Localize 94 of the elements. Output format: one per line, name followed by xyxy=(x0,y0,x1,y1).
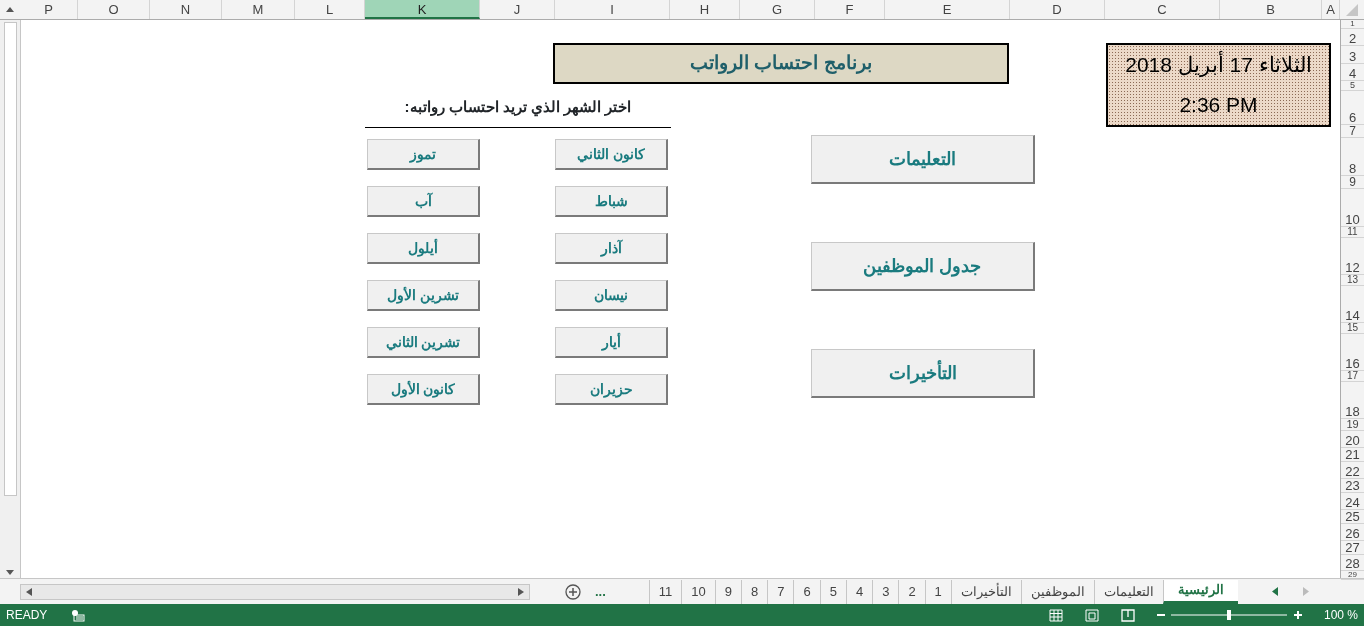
action-button[interactable]: جدول الموظفين xyxy=(811,242,1035,291)
row-header[interactable]: 8 xyxy=(1341,138,1364,176)
column-header[interactable]: N xyxy=(150,0,222,19)
column-header[interactable]: C xyxy=(1105,0,1220,19)
sheet-tab[interactable]: الموظفين xyxy=(1020,579,1094,604)
sheet-tab[interactable]: 4 xyxy=(845,579,873,604)
row-header[interactable]: 3 xyxy=(1341,46,1364,64)
scroll-right-icon[interactable] xyxy=(517,586,525,597)
scroll-left-icon[interactable] xyxy=(25,586,33,597)
sheet-tab[interactable]: الرئيسية xyxy=(1162,579,1238,604)
column-header[interactable]: M xyxy=(222,0,295,19)
previous-sheet-icon[interactable] xyxy=(1271,587,1278,596)
month-button[interactable]: تشرين الثاني xyxy=(367,327,480,358)
sheet-tab[interactable]: 1 xyxy=(924,579,951,604)
scroll-thumb[interactable] xyxy=(3,22,17,496)
column-header[interactable]: P xyxy=(20,0,78,19)
date-text: الثلاثاء 17 أبريل 2018 xyxy=(1125,50,1312,80)
row-header[interactable]: 26 xyxy=(1341,524,1364,541)
normal-view-icon[interactable] xyxy=(1048,608,1063,622)
time-text: 2:36 PM xyxy=(1179,92,1258,119)
sheet-tab[interactable]: 6 xyxy=(793,579,820,604)
month-button[interactable]: أيار xyxy=(555,327,668,358)
zoom-slider[interactable] xyxy=(1156,609,1302,621)
column-header[interactable]: K xyxy=(365,0,480,19)
sheet-tab[interactable]: التأخيرات xyxy=(950,579,1021,604)
row-header[interactable]: 12 xyxy=(1341,238,1364,275)
column-header[interactable]: O xyxy=(78,0,150,19)
column-header[interactable]: G xyxy=(740,0,815,19)
row-header[interactable]: 27 xyxy=(1341,541,1364,555)
month-button[interactable]: تموز xyxy=(367,139,480,170)
month-button[interactable]: نيسان xyxy=(555,280,668,311)
status-mode: READY xyxy=(6,607,48,624)
row-header[interactable]: 28 xyxy=(1341,555,1364,571)
column-header[interactable]: F xyxy=(815,0,885,19)
month-button[interactable]: كانون الثاني xyxy=(555,139,668,170)
page-break-icon[interactable] xyxy=(1120,608,1135,622)
month-button[interactable]: كانون الأول xyxy=(367,374,480,405)
row-header[interactable]: 13 xyxy=(1341,275,1364,286)
column-header[interactable]: A xyxy=(1322,0,1340,19)
month-button[interactable]: آب xyxy=(367,186,480,217)
row-header[interactable]: 21 xyxy=(1341,448,1364,462)
row-header[interactable]: 2 xyxy=(1341,29,1364,46)
row-header[interactable]: 14 xyxy=(1341,286,1364,323)
row-header[interactable]: 24 xyxy=(1341,493,1364,510)
row-header[interactable]: 25 xyxy=(1341,510,1364,524)
sheet-tab[interactable]: 2 xyxy=(898,579,925,604)
row-header[interactable]: 11 xyxy=(1341,227,1364,238)
more-sheets[interactable]: ... xyxy=(595,581,606,602)
action-button[interactable]: التعليمات xyxy=(811,135,1035,184)
scroll-up-icon[interactable] xyxy=(5,6,15,13)
row-header[interactable]: 5 xyxy=(1341,81,1364,91)
row-header[interactable]: 19 xyxy=(1341,419,1364,431)
sheet-tab[interactable]: 8 xyxy=(740,579,768,604)
sheet-tab[interactable]: 7 xyxy=(767,579,794,604)
month-button[interactable]: شباط xyxy=(555,186,668,217)
row-header[interactable]: 22 xyxy=(1341,462,1364,479)
row-header[interactable]: 17 xyxy=(1341,371,1364,382)
horizontal-scrollbar[interactable] xyxy=(20,583,530,600)
month-button[interactable]: تشرين الأول xyxy=(367,280,480,311)
sheet-tab[interactable]: 10 xyxy=(681,579,715,604)
new-sheet-icon[interactable] xyxy=(565,583,581,600)
title-banner: برنامج احتساب الرواتب xyxy=(553,43,1009,84)
row-header[interactable]: 18 xyxy=(1341,382,1364,419)
month-button[interactable]: أيلول xyxy=(367,233,480,264)
sheet-tab[interactable]: 5 xyxy=(819,579,846,604)
sheet-tab[interactable]: 11 xyxy=(648,579,682,604)
row-header[interactable]: 9 xyxy=(1341,176,1364,189)
column-header[interactable]: I xyxy=(555,0,670,19)
row-header[interactable]: 10 xyxy=(1341,189,1364,227)
macro-icon[interactable] xyxy=(71,608,86,622)
scroll-down-icon[interactable] xyxy=(5,569,15,576)
row-header[interactable]: 7 xyxy=(1341,125,1364,138)
page-layout-icon[interactable] xyxy=(1084,608,1099,622)
row-header[interactable]: 4 xyxy=(1341,64,1364,81)
instruction-text: اختر الشهر الذي تريد احتساب رواتبه: xyxy=(365,96,671,128)
month-button[interactable]: حزيران xyxy=(555,374,668,405)
month-button[interactable]: آذار xyxy=(555,233,668,264)
column-header[interactable]: L xyxy=(295,0,365,19)
row-header[interactable]: 23 xyxy=(1341,479,1364,493)
zoom-level[interactable]: 100 % xyxy=(1323,606,1358,624)
row-header[interactable]: 20 xyxy=(1341,431,1364,448)
column-header[interactable]: E xyxy=(885,0,1010,19)
row-header[interactable]: 16 xyxy=(1341,334,1364,371)
sheet-tab[interactable]: 3 xyxy=(872,579,899,604)
column-header[interactable]: D xyxy=(1010,0,1105,19)
sheet-tab[interactable]: 9 xyxy=(714,579,741,604)
column-header[interactable]: H xyxy=(670,0,740,19)
row-header[interactable]: 6 xyxy=(1341,91,1364,125)
sheet-tab[interactable]: التعليمات xyxy=(1093,579,1163,604)
row-header[interactable]: 15 xyxy=(1341,323,1364,334)
column-header[interactable]: B xyxy=(1220,0,1322,19)
action-button[interactable]: التأخيرات xyxy=(811,349,1035,398)
zoom-thumb[interactable] xyxy=(1226,610,1231,620)
row-header[interactable]: 1 xyxy=(1341,20,1364,29)
